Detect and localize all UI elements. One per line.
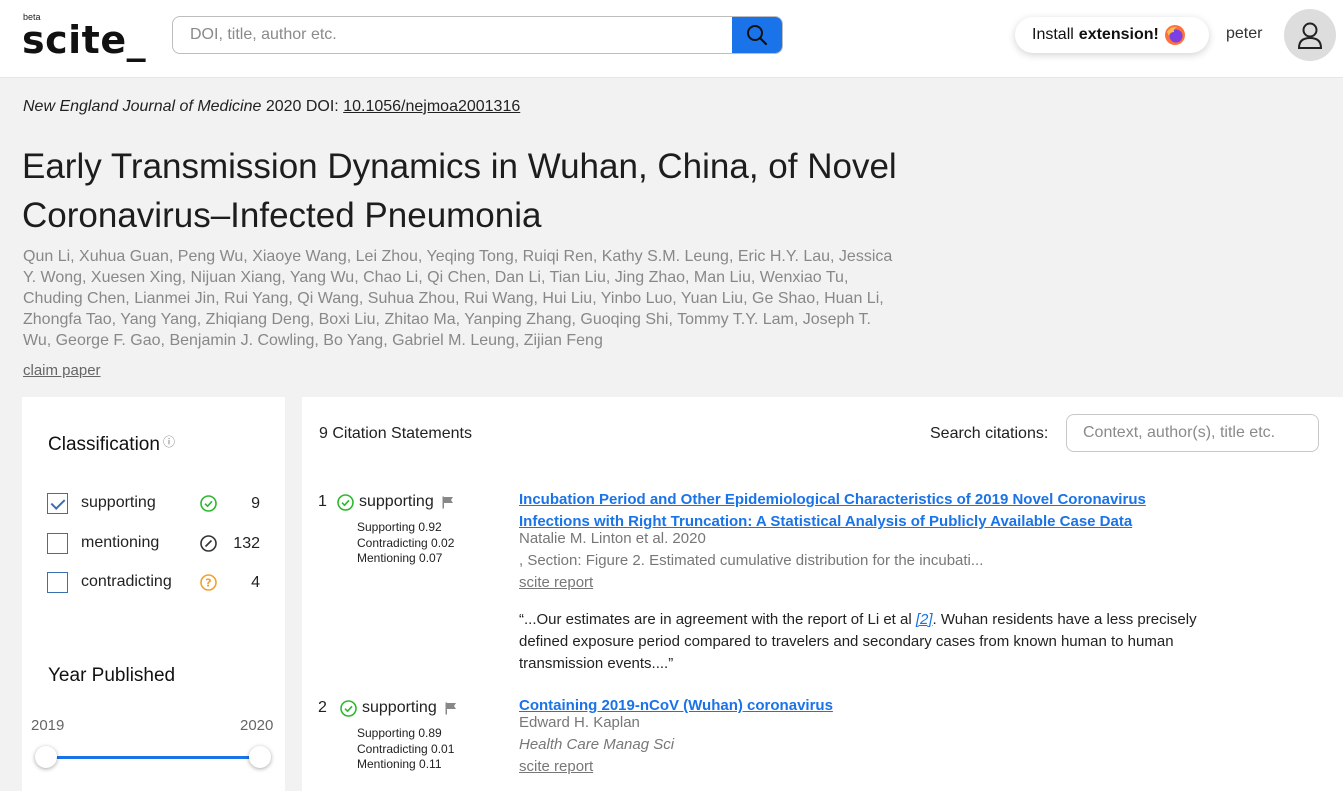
journal-name: New England Journal of Medicine [23, 98, 262, 115]
scite-report-link[interactable]: scite report [519, 758, 593, 775]
citation-count-title: 9 Citation Statements [319, 425, 472, 442]
scite-logo[interactable]: beta scite_ [22, 12, 152, 62]
paper-year: 2020 [265, 98, 302, 115]
mentioning-score: Mentioning 0.11 [357, 757, 442, 771]
year-published-title: Year Published [48, 665, 176, 686]
search-input[interactable] [173, 17, 733, 53]
citation-status: supporting [337, 493, 454, 511]
citation-status: supporting [340, 699, 457, 717]
year-slider-min-handle[interactable] [35, 746, 57, 768]
contradicting-score: Contradicting 0.02 [357, 535, 455, 550]
mentioning-score: Mentioning 0.07 [357, 551, 443, 565]
firefox-icon [1164, 25, 1185, 45]
year-slider-track[interactable] [46, 756, 260, 759]
status-label: supporting [359, 493, 434, 510]
filter-mentioning[interactable]: mentioning 132 [47, 532, 272, 556]
classification-heading: Classification ⓘ [48, 433, 175, 456]
filter-label: mentioning [81, 534, 160, 551]
doi-label: DOI: [305, 98, 339, 115]
search-bar [172, 16, 783, 54]
year-max-label: 2020 [240, 717, 274, 734]
info-icon[interactable]: ⓘ [163, 435, 175, 449]
citation-quote: “...Our estimates are in agreement with … [519, 609, 1209, 675]
avatar[interactable] [1284, 9, 1336, 61]
filter-count: 9 [251, 495, 260, 512]
user-icon [1297, 22, 1323, 49]
classification-scores: Supporting 0.92 Contradicting 0.02 Menti… [357, 520, 454, 567]
svg-text:?: ? [205, 577, 211, 590]
filter-sidebar: Classification ⓘ supporting 9 mentioning … [22, 397, 285, 791]
citation-number: 2 [318, 699, 327, 716]
classification-scores: Supporting 0.89 Contradicting 0.01 Menti… [357, 726, 454, 773]
search-icon [747, 25, 768, 46]
reference-link[interactable]: [2] [916, 611, 933, 628]
filter-count: 132 [233, 535, 260, 552]
paper-meta: New England Journal of Medicine 2020 DOI… [23, 98, 520, 116]
citation-journal: Health Care Manag Sci [519, 736, 675, 753]
search-citations-label: Search citations: [930, 425, 1049, 442]
check-circle-icon [340, 699, 357, 717]
search-citations-input[interactable] [1066, 414, 1319, 452]
contradicting-checkbox[interactable] [47, 572, 68, 593]
supporting-score: Supporting 0.89 [357, 726, 442, 740]
classification-title: Classification [48, 434, 160, 455]
status-label: supporting [362, 699, 437, 716]
supporting-checkbox[interactable] [47, 493, 68, 514]
logo-text: scite_ [22, 18, 147, 62]
contradicting-score: Contradicting 0.01 [357, 741, 455, 756]
username[interactable]: peter [1226, 25, 1262, 43]
year-slider-max-handle[interactable] [249, 746, 271, 768]
top-bar: beta scite_ Install extension! peter [0, 0, 1343, 78]
claim-paper-link[interactable]: claim paper [23, 362, 101, 379]
search-button[interactable] [732, 17, 782, 53]
install-extension-button[interactable]: Install extension! [1015, 17, 1209, 53]
flag-icon[interactable] [442, 496, 454, 509]
filter-contradicting[interactable]: contradicting ? 4 [47, 571, 272, 595]
doi-link[interactable]: 10.1056/nejmoa2001316 [343, 98, 520, 115]
supporting-score: Supporting 0.92 [357, 520, 442, 534]
filter-label: supporting [81, 494, 156, 511]
citations-panel: 9 Citation Statements Search citations: … [302, 397, 1343, 791]
flag-icon[interactable] [445, 702, 457, 715]
question-circle-icon: ? [200, 574, 217, 591]
install-label: Install [1032, 26, 1074, 43]
scite-report-link[interactable]: scite report [519, 574, 593, 591]
filter-count: 4 [251, 574, 260, 591]
check-circle-icon [337, 493, 354, 511]
install-label-bold: extension! [1078, 26, 1159, 43]
filter-supporting[interactable]: supporting 9 [47, 492, 272, 516]
quote-text: “...Our estimates are in agreement with … [519, 611, 916, 628]
paper-title: Early Transmission Dynamics in Wuhan, Ch… [22, 147, 897, 235]
filter-label: contradicting [81, 573, 172, 590]
citation-title-link[interactable]: Incubation Period and Other Epidemiologi… [519, 489, 1209, 533]
check-circle-icon [200, 495, 217, 512]
paper-authors: Qun Li, Xuhua Guan, Peng Wu, Xiaoye Wang… [23, 248, 893, 349]
slash-circle-icon [200, 535, 217, 552]
citation-authors: Natalie M. Linton et al. 2020 [519, 530, 706, 547]
mentioning-checkbox[interactable] [47, 533, 68, 554]
citation-authors: Edward H. Kaplan [519, 714, 640, 731]
citation-number: 1 [318, 493, 327, 510]
year-min-label: 2019 [31, 717, 65, 734]
citation-section: , Section: Figure 2. Estimated cumulativ… [519, 552, 984, 569]
